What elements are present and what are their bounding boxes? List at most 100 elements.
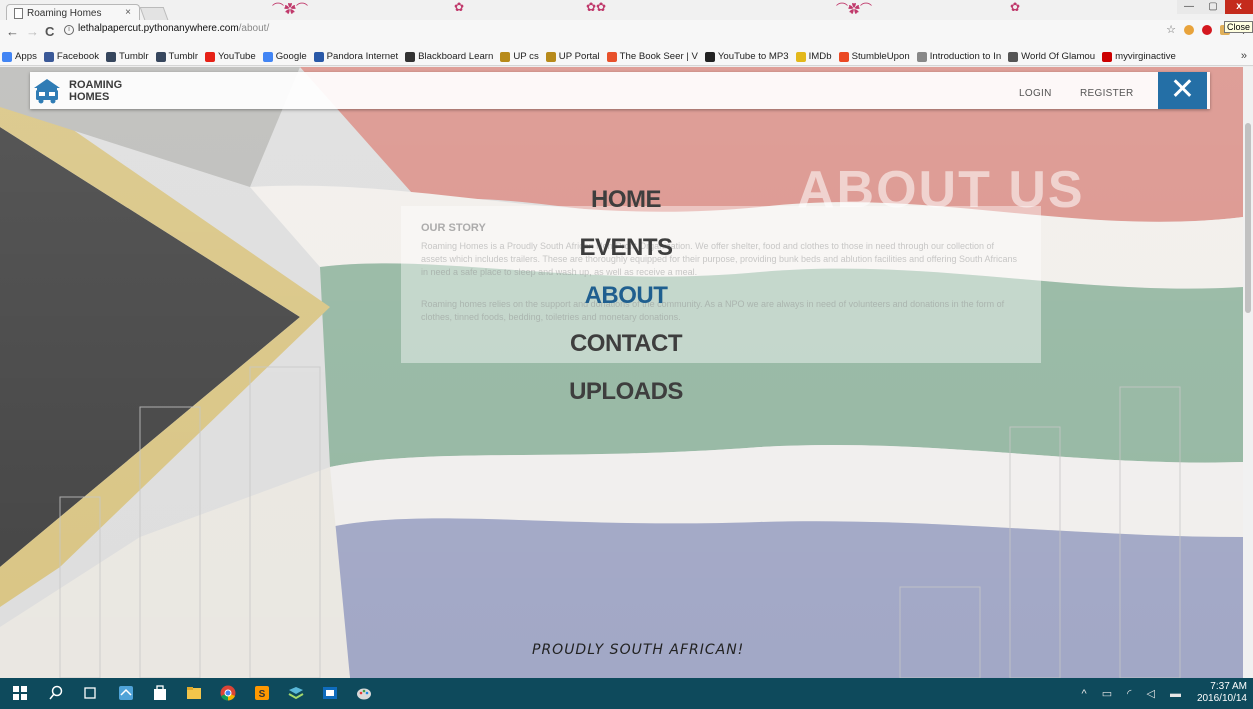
window-controls: — ▢ x	[1177, 0, 1253, 14]
bookmark-item[interactable]: World Of Glamou	[1008, 51, 1095, 62]
bookmark-label: UP cs	[513, 51, 539, 62]
browser-toolbar: ← → C i lethalpapercut.pythonanywhere.com…	[0, 20, 1253, 48]
search-icon[interactable]	[48, 685, 64, 701]
bookmark-item[interactable]: UP Portal	[545, 51, 600, 62]
menu-item-home[interactable]: HOME	[526, 186, 726, 214]
bookmark-item[interactable]: Introduction to In	[916, 51, 1001, 62]
back-arrow-icon[interactable]: ←	[6, 24, 19, 39]
register-link[interactable]: REGISTER	[1080, 88, 1134, 99]
bookmark-star-icon[interactable]: ☆	[1166, 23, 1176, 36]
windows-start-icon[interactable]	[12, 685, 28, 701]
menu-close-button[interactable]: ✕	[1158, 72, 1207, 109]
menu-item-events[interactable]: EVENTS	[526, 234, 726, 262]
page-scrollbar[interactable]	[1243, 67, 1253, 678]
bookmark-label: World Of Glamou	[1021, 51, 1096, 62]
adblock-icon[interactable]	[1202, 25, 1212, 35]
theme-decoration: ⌒✿⌒	[272, 2, 309, 16]
bookmark-favicon-icon	[795, 51, 806, 62]
browser-tab[interactable]: Roaming Homes ×	[6, 4, 140, 20]
bookmark-favicon-icon	[916, 51, 927, 62]
bookmark-label: StumbleUpon	[851, 51, 910, 62]
bookmark-label: Facebook	[56, 51, 100, 62]
bookmarks-bar: Apps Facebook Tumblr Tumblr YouTube Google Pan…	[0, 48, 1253, 66]
bookmark-item[interactable]: Google	[262, 51, 307, 62]
tab-close-icon[interactable]: ×	[125, 7, 131, 18]
theme-decoration: ✿✿	[586, 0, 607, 14]
menu-item-contact[interactable]: CONTACT	[526, 330, 726, 358]
bookmark-favicon-icon	[262, 51, 273, 62]
site-logo-text[interactable]: ROAMING HOMES	[69, 79, 122, 103]
reload-icon[interactable]: C	[45, 24, 54, 39]
bookmark-favicon-icon	[106, 51, 117, 62]
bookmark-label: myvirginactive	[1115, 51, 1176, 62]
bookmark-item[interactable]: IMDb	[795, 51, 832, 62]
sublime-text-icon[interactable]: S	[254, 685, 270, 701]
logo-line-2: HOMES	[69, 91, 110, 103]
system-tray[interactable]: ^ ▭ ◜ ◁ ▬	[1082, 687, 1188, 700]
house-bus-logo-icon[interactable]	[33, 77, 61, 105]
tab-title: Roaming Homes	[27, 8, 102, 19]
window-close-button[interactable]: x	[1225, 0, 1253, 14]
forward-arrow-icon[interactable]: →	[26, 24, 39, 39]
store-icon[interactable]	[152, 685, 168, 701]
address-bar[interactable]: i lethalpapercut.pythonanywhere.com/about…	[62, 21, 1172, 37]
bookmark-item[interactable]: Pandora Internet	[313, 51, 399, 62]
menu-item-about[interactable]: ABOUT	[526, 282, 726, 310]
bookmarks-overflow-button[interactable]: »	[1240, 50, 1247, 62]
bookmark-favicon-icon	[1008, 51, 1019, 62]
bookmark-item[interactable]: Blackboard Learn	[405, 51, 493, 62]
bookmark-label: Apps	[15, 51, 37, 62]
minimize-button[interactable]: —	[1177, 0, 1201, 14]
outlook-icon[interactable]	[322, 685, 338, 701]
url-path: /about/	[238, 23, 270, 34]
bookmark-favicon-icon	[606, 51, 617, 62]
bookmark-favicon-icon	[704, 51, 715, 62]
bookmark-label: Blackboard Learn	[418, 51, 494, 62]
bookmark-item[interactable]: The Book Seer | V	[606, 51, 698, 62]
new-tab-button[interactable]	[139, 7, 169, 20]
svg-text:S: S	[259, 689, 266, 700]
browser-tab-strip: ⌒✿⌒ ✿ ✿✿ ⌒✿⌒ ✿ Roaming Homes × — ▢ x	[0, 0, 1253, 20]
bookmark-label: Tumblr	[168, 51, 199, 62]
url-host: lethalpapercut.pythonanywhere.com	[78, 23, 239, 34]
info-icon[interactable]: i	[64, 25, 74, 35]
bookmark-favicon-icon	[2, 51, 12, 62]
taskbar-clock[interactable]: 7:37 AM 2016/10/14	[1197, 681, 1247, 705]
bookmark-label: Pandora Internet	[326, 51, 399, 62]
bookmark-item[interactable]: YouTube	[205, 51, 256, 62]
bookmark-item[interactable]: YouTube to MP3	[704, 51, 789, 62]
bookmark-favicon-icon	[405, 51, 416, 62]
theme-decoration: ✿	[1010, 0, 1021, 14]
task-view-icon[interactable]	[82, 685, 98, 701]
bookmark-label: UP Portal	[558, 51, 600, 62]
bookmark-item[interactable]: Tumblr	[155, 51, 199, 62]
extension-icon[interactable]	[1184, 25, 1194, 35]
folder-sync-icon[interactable]	[288, 685, 304, 701]
bookmark-item[interactable]: StumbleUpon	[838, 51, 910, 62]
menu-item-uploads[interactable]: UPLOADS	[526, 378, 726, 406]
bookmark-favicon-icon	[500, 51, 511, 62]
bookmark-item[interactable]: myvirginactive	[1102, 51, 1176, 62]
theme-decoration: ⌒✿⌒	[836, 2, 873, 16]
bookmark-favicon-icon	[545, 51, 556, 62]
clock-time: 7:37 AM	[1210, 681, 1247, 692]
network-app-icon[interactable]	[118, 685, 134, 701]
file-explorer-icon[interactable]	[186, 685, 202, 701]
paint-icon[interactable]	[356, 685, 372, 701]
clock-date: 2016/10/14	[1196, 693, 1247, 704]
bookmark-item[interactable]: Facebook	[43, 51, 100, 62]
bookmark-favicon-icon	[155, 51, 166, 62]
bookmark-favicon-icon	[43, 51, 54, 62]
bookmark-item[interactable]: UP cs	[500, 51, 539, 62]
logo-line-1: ROAMING	[69, 79, 123, 91]
scrollbar-thumb[interactable]	[1245, 123, 1251, 313]
maximize-button[interactable]: ▢	[1201, 0, 1225, 14]
bookmark-label: The Book Seer | V	[619, 51, 698, 62]
story-heading: OUR STORY	[421, 222, 486, 234]
chrome-icon[interactable]	[220, 685, 236, 701]
close-tooltip: Close	[1223, 21, 1253, 33]
bookmark-item[interactable]: Tumblr	[106, 51, 149, 62]
login-link[interactable]: LOGIN	[1019, 88, 1052, 99]
bookmark-favicon-icon	[838, 51, 849, 62]
bookmark-item[interactable]: Apps	[2, 51, 37, 62]
